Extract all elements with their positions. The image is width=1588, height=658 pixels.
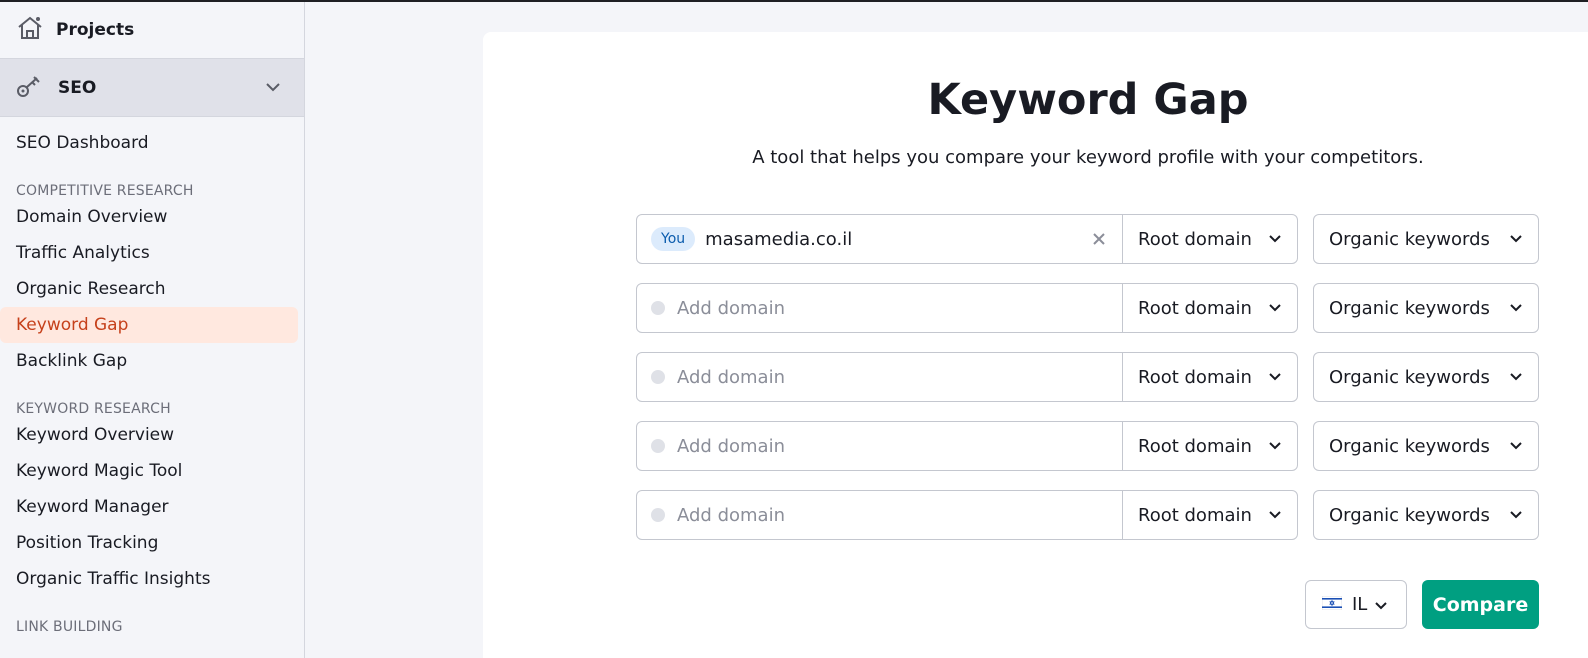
- section-competitive-research: COMPETITIVE RESEARCH: [16, 183, 194, 199]
- chevron-down-icon: [1269, 304, 1281, 312]
- competitor-domain-input[interactable]: Add domain: [637, 491, 1122, 539]
- domain-input-group: Add domain Root domain: [636, 490, 1298, 540]
- chevron-down-icon: [1510, 235, 1522, 243]
- competitor-domain-input[interactable]: Add domain: [637, 284, 1122, 332]
- sidebar-seo-toggle[interactable]: SEO: [0, 58, 304, 117]
- israel-flag-icon: [1321, 594, 1343, 615]
- sidebar-item-backlink-gap[interactable]: Backlink Gap: [0, 343, 298, 379]
- domain-placeholder: Add domain: [677, 435, 785, 457]
- sidebar-item-keyword-overview[interactable]: Keyword Overview: [0, 417, 298, 453]
- section-link-building: LINK BUILDING: [16, 619, 123, 635]
- scope-select-value: Root domain: [1138, 297, 1252, 319]
- domain-placeholder: Add domain: [677, 297, 785, 319]
- sidebar-item-keyword-manager[interactable]: Keyword Manager: [0, 489, 298, 525]
- status-dot-icon: [651, 508, 665, 522]
- scope-select-value: Root domain: [1138, 435, 1252, 457]
- country-code: IL: [1352, 594, 1368, 615]
- sidebar-projects-label: Projects: [56, 20, 135, 40]
- chevron-down-icon: [1269, 511, 1281, 519]
- scope-select[interactable]: Root domain: [1122, 422, 1297, 470]
- scope-select-value: Root domain: [1138, 228, 1252, 250]
- sidebar-projects[interactable]: Projects: [0, 2, 304, 58]
- domain-placeholder: Add domain: [677, 366, 785, 388]
- sidebar-item-traffic-analytics[interactable]: Traffic Analytics: [0, 235, 298, 271]
- section-keyword-research: KEYWORD RESEARCH: [16, 401, 171, 417]
- chevron-down-icon: [1269, 235, 1281, 243]
- chevron-down-icon: [1510, 304, 1522, 312]
- chevron-down-icon: [1375, 594, 1388, 615]
- domain-row: Add domain Root domain Organic keywords: [636, 283, 1539, 333]
- keyword-type-value: Organic keywords: [1329, 366, 1490, 388]
- keyword-type-select[interactable]: Organic keywords: [1313, 283, 1539, 333]
- compare-button[interactable]: Compare: [1422, 580, 1539, 629]
- sidebar-item-organic-traffic-insights[interactable]: Organic Traffic Insights: [0, 561, 298, 597]
- you-badge: You: [651, 227, 696, 251]
- scope-select-value: Root domain: [1138, 504, 1252, 526]
- home-icon: [16, 15, 44, 45]
- keyword-type-value: Organic keywords: [1329, 504, 1490, 526]
- competitor-domain-input[interactable]: Add domain: [637, 353, 1122, 401]
- domain-row: Add domain Root domain Organic keywords: [636, 352, 1539, 402]
- chevron-down-icon: [1510, 442, 1522, 450]
- chevron-down-icon: [1269, 373, 1281, 381]
- chevron-down-icon: [1510, 511, 1522, 519]
- sidebar-item-position-tracking[interactable]: Position Tracking: [0, 525, 298, 561]
- scope-select[interactable]: Root domain: [1122, 284, 1297, 332]
- main-card: [483, 32, 1588, 658]
- your-domain-value: masamedia.co.il: [705, 228, 853, 250]
- domain-input-group: Add domain Root domain: [636, 283, 1298, 333]
- sidebar-item-keyword-gap[interactable]: Keyword Gap: [0, 307, 298, 343]
- your-domain-input[interactable]: You masamedia.co.il: [637, 215, 1084, 263]
- keyword-type-value: Organic keywords: [1329, 228, 1490, 250]
- page-subtitle: A tool that helps you compare your keywo…: [752, 147, 1424, 168]
- sidebar-item-domain-overview[interactable]: Domain Overview: [0, 199, 298, 235]
- status-dot-icon: [651, 301, 665, 315]
- competitor-domain-input[interactable]: Add domain: [637, 422, 1122, 470]
- clear-icon[interactable]: [1084, 215, 1114, 263]
- domain-row: Add domain Root domain Organic keywords: [636, 421, 1539, 471]
- chevron-down-icon: [1269, 442, 1281, 450]
- status-dot-icon: [651, 439, 665, 453]
- sidebar-item-seo-dashboard[interactable]: SEO Dashboard: [0, 125, 298, 161]
- seo-key-icon: [16, 73, 44, 103]
- sidebar-item-organic-research[interactable]: Organic Research: [0, 271, 298, 307]
- keyword-type-select[interactable]: Organic keywords: [1313, 421, 1539, 471]
- scope-select[interactable]: Root domain: [1122, 353, 1297, 401]
- country-select[interactable]: IL: [1305, 580, 1407, 629]
- domain-row: Add domain Root domain Organic keywords: [636, 490, 1539, 540]
- keyword-type-select[interactable]: Organic keywords: [1313, 214, 1539, 264]
- domain-input-group: Add domain Root domain: [636, 421, 1298, 471]
- keyword-type-select[interactable]: Organic keywords: [1313, 352, 1539, 402]
- keyword-type-value: Organic keywords: [1329, 435, 1490, 457]
- sidebar-item-keyword-magic-tool[interactable]: Keyword Magic Tool: [0, 453, 298, 489]
- status-dot-icon: [651, 370, 665, 384]
- scope-select[interactable]: Root domain: [1122, 215, 1297, 263]
- keyword-type-select[interactable]: Organic keywords: [1313, 490, 1539, 540]
- scope-select[interactable]: Root domain: [1122, 491, 1297, 539]
- chevron-down-icon: [1510, 373, 1522, 381]
- page-title: Keyword Gap: [927, 75, 1249, 125]
- sidebar: Projects SEO SEO Dashboard COMPETITIVE R…: [0, 2, 305, 658]
- keyword-type-value: Organic keywords: [1329, 297, 1490, 319]
- chevron-down-icon: [266, 83, 280, 92]
- domain-input-group: Add domain Root domain: [636, 352, 1298, 402]
- domain-input-group: You masamedia.co.il Root domain: [636, 214, 1298, 264]
- domain-row: You masamedia.co.il Root domain Organic …: [636, 214, 1539, 264]
- domain-placeholder: Add domain: [677, 504, 785, 526]
- sidebar-seo-label: SEO: [58, 77, 97, 98]
- scope-select-value: Root domain: [1138, 366, 1252, 388]
